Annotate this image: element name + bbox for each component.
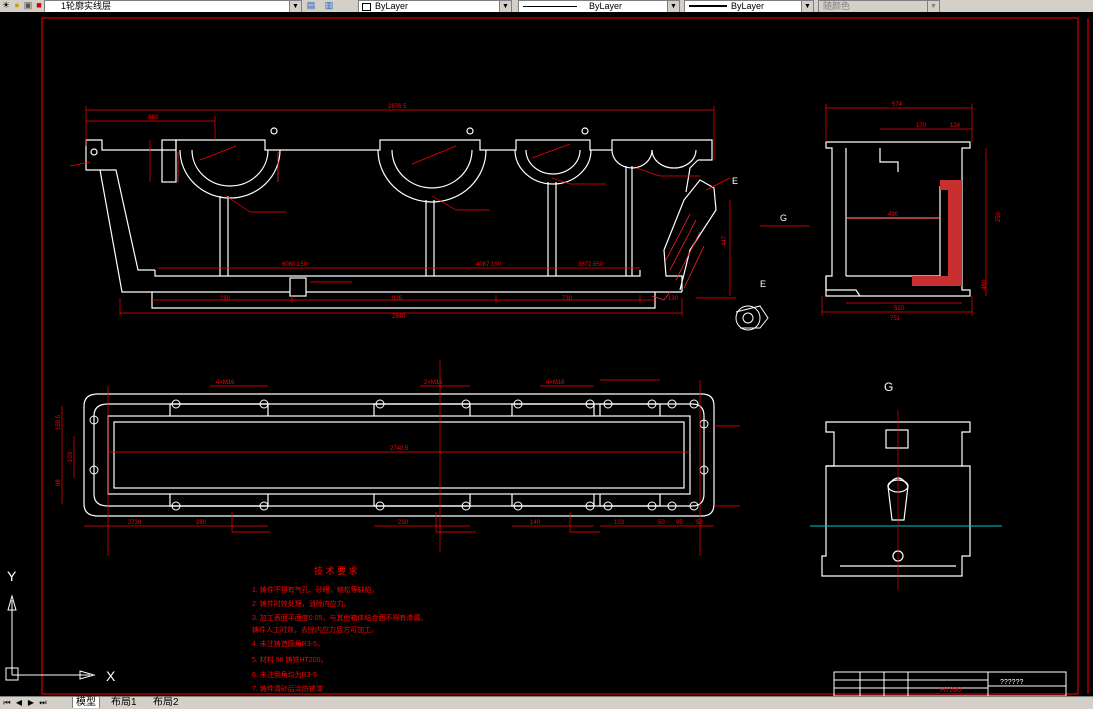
title-part-name: ?????? (1000, 679, 1023, 686)
sun-icon[interactable]: ● (12, 0, 22, 10)
dim-plan-bot-3: 230 (398, 520, 409, 526)
detail-e (735, 305, 769, 331)
dim-plan-left-2: 103 (68, 451, 74, 462)
linetype-value: ByLayer (589, 1, 623, 11)
lock-icon[interactable]: ▣ (23, 0, 33, 10)
dim-chain-3: 3672.650 (578, 262, 604, 268)
dim-base-seg-2: 926 (392, 296, 403, 302)
tab-layout2[interactable]: 布局2 (150, 697, 182, 708)
tab-layout1[interactable]: 布局1 (108, 697, 140, 708)
dim-plan-left-1: 159.5 (56, 414, 62, 430)
chevron-down-icon[interactable]: ▼ (667, 1, 679, 12)
dim-height: 447 (722, 235, 728, 246)
bulb-icon[interactable]: ☀ (1, 0, 11, 10)
lineweight-value: ByLayer (731, 1, 765, 11)
dim-plan-bot-8: 50 (696, 520, 703, 526)
dim-chain-1: 6080.150 (282, 262, 308, 268)
linetype-preview (523, 6, 577, 7)
tech-req-item-3: 3. 加工表面平面度0.05，与其他箱体结合面不得有渗漏。 (252, 613, 427, 622)
dim-side-2: 124 (950, 123, 961, 129)
ucs-x-label: X (106, 668, 116, 684)
hatch-lines (665, 213, 705, 289)
tech-req-title: 技 术 要 求 (314, 565, 358, 576)
dim-plan-bot-7: 95 (676, 520, 683, 526)
dim-chain-2: 4087.100 (476, 262, 502, 268)
dim-plan-top-2: 2×M16 (424, 380, 443, 386)
dim-base-seg-4: 130 (668, 296, 679, 302)
dim-plan-bot-1: 2738 (128, 520, 142, 526)
plan-dimensions (61, 360, 740, 556)
ucs-y-label: Y (7, 568, 17, 584)
plotstyle-value: 随颜色 (823, 1, 851, 11)
tech-req-item-1: 1. 铸件不得有气孔、砂眼、缩松等缺陷。 (252, 585, 379, 594)
elevation-dimensions (69, 106, 810, 316)
title-material: HT200 (940, 687, 961, 694)
dim-plan-left-3: 98 (56, 479, 62, 486)
layout-tabs-bar: ⏮ ◀ ▶ ⏭ 模型 布局1 布局2 (0, 696, 1093, 709)
tech-req-item-5: 4. 未注铸造圆角R3-5。 (252, 639, 324, 648)
dim-overall-width: 2876.5 (388, 104, 407, 110)
model-space-canvas[interactable]: 2876.5 883 2840 280 926 730 130 6080.150… (0, 12, 1093, 696)
dim-side-1: 170 (916, 123, 927, 129)
first-tab-icon[interactable]: ⏮ (2, 698, 12, 708)
section-label-e: E (760, 279, 766, 289)
chevron-down-icon[interactable]: ▼ (801, 1, 813, 12)
dim-base-seg-3: 730 (562, 296, 573, 302)
dim-left-offset: 883 (148, 115, 159, 121)
tech-req-item-8: 7. 铸件清砂后涂防锈漆 (252, 684, 323, 693)
tech-req-item-6: 5. 材料 96 铸铁HT200。 (252, 655, 327, 664)
dim-plan-top-1: 4×M16 (216, 380, 235, 386)
view-g (821, 421, 971, 577)
dim-side-top-width: 574 (892, 102, 903, 108)
drawing-svg: 2876.5 883 2840 280 926 730 130 6080.150… (5, 17, 1089, 696)
dim-base-seg-1: 280 (220, 296, 231, 302)
dim-side-6: 250 (996, 211, 1002, 222)
color-value: ByLayer (375, 1, 409, 11)
color-swatch-icon (362, 3, 371, 11)
tab-model[interactable]: 模型 (72, 697, 100, 708)
drawing-border (41, 17, 1079, 695)
dim-plan-bot-2: 280 (196, 520, 207, 526)
dim-base-length: 2840 (392, 314, 406, 320)
dim-plan-bot-6: 50 (658, 520, 665, 526)
dim-plan-bot-4: 140 (530, 520, 541, 526)
view-label-g: G (780, 213, 787, 223)
tech-req-item-2: 2. 铸件时效处理，消除内应力。 (252, 599, 351, 608)
layer-previous-icon[interactable]: ▥ (322, 0, 336, 10)
dim-side-3: 490 (888, 212, 899, 218)
elevation-view (85, 127, 717, 309)
next-tab-icon[interactable]: ▶ (26, 698, 36, 708)
dim-side-4: 520 (894, 306, 905, 312)
tech-req-item-4: 铸件人工时效，去除内应力后方可加工。 (252, 625, 378, 634)
chevron-down-icon[interactable]: ▼ (289, 1, 301, 12)
dim-side-5: 751 (890, 316, 901, 322)
layer-manager-icon[interactable]: ▤ (304, 0, 318, 10)
dim-plan-inner-length: 2740.5 (390, 446, 409, 452)
color-swatch-icon[interactable]: ■ (34, 0, 44, 10)
dim-side-7: 480 (982, 279, 988, 290)
ucs-icon (5, 594, 96, 681)
view-g-title: G (884, 380, 893, 394)
chevron-down-icon[interactable]: ▼ (927, 1, 939, 12)
dim-plan-top-3: 4×M16 (546, 380, 565, 386)
layer-name: 1轮廓实线层 (61, 1, 112, 11)
plan-view (83, 393, 715, 517)
last-tab-icon[interactable]: ⏭ (38, 698, 48, 708)
dim-plan-bot-5: 103 (614, 520, 625, 526)
side-view-hatch (912, 180, 962, 286)
view-label-e: E (732, 176, 738, 186)
prev-tab-icon[interactable]: ◀ (14, 698, 24, 708)
chevron-down-icon[interactable]: ▼ (499, 1, 511, 12)
lineweight-preview (689, 5, 727, 7)
tech-req-item-7: 6. 未注倒角均为R3-5 (252, 670, 317, 679)
